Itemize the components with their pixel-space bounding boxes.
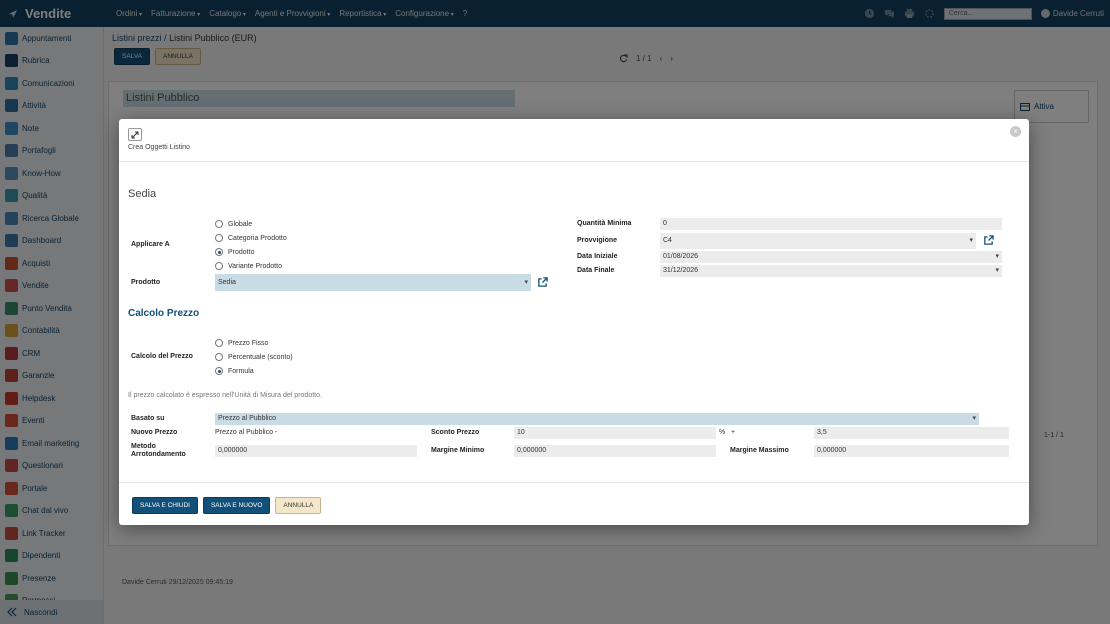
arrotondamento-label: Arrotondamento [131,451,186,458]
radio-option[interactable]: Categoria Prodotto [215,234,287,242]
radio-unchecked-icon[interactable] [215,234,223,242]
quantita-label: Quantità Minima [577,220,632,227]
dialog-footer: SALVA E CHIUDI SALVA E NUOVO ANNULLA [119,482,1029,525]
nuovo-prezzo-label: Nuovo Prezzo [131,429,178,436]
margine-max-label: Margine Massimo [730,447,789,454]
radio-option[interactable]: Formula [215,367,254,375]
margine-min-input[interactable]: 0,000000 [514,445,716,457]
save-and-new-button[interactable]: SALVA E NUOVO [202,497,271,514]
dialog-title: Crea Oggetti Listino [128,144,190,151]
applica-label: Applicare A [131,241,170,248]
sconto-label: Sconto Prezzo [431,429,480,436]
radio-checked-icon[interactable] [215,367,223,375]
margine-min-label: Margine Minimo [431,447,485,454]
basato-label: Basato su [131,415,165,422]
percent-sign: % [719,429,726,436]
metodo-input[interactable]: 0,000000 [215,445,417,457]
radio-label: Formula [228,367,254,375]
section-title: Calcolo Prezzo [128,308,200,319]
external-link-icon[interactable] [537,277,548,288]
provvigione-select[interactable]: C4 [660,233,976,249]
radio-label: Percentuale (sconto) [228,353,293,361]
close-icon[interactable]: × [1010,126,1021,137]
radio-label: Globale [228,220,253,228]
dialog-header: Crea Oggetti Listino × [119,119,1029,162]
surcharge-input[interactable]: 3,5 [814,427,1009,439]
metodo-label: Metodo [131,443,156,450]
uom-hint: Il prezzo calcolato è espresso nell'Unit… [128,392,322,399]
radio-unchecked-icon[interactable] [215,262,223,270]
record-name: Sedia [128,188,157,200]
radio-option[interactable]: Variante Prodotto [215,262,282,270]
radio-label: Prezzo Fisso [228,339,269,347]
radio-label: Variante Prodotto [228,262,282,270]
nuovo-prezzo-value: Prezzo al Pubblico - [215,429,278,436]
radio-option[interactable]: Prodotto [215,248,254,256]
calcolo-label: Calcolo del Prezzo [131,353,193,360]
radio-label: Prodotto [228,248,255,256]
margine-max-input[interactable]: 0,000000 [814,445,1009,457]
radio-option[interactable]: Prezzo Fisso [215,339,268,347]
basato-select[interactable]: Prezzo al Pubblico [215,413,979,425]
quantita-input[interactable]: 0 [660,218,1002,230]
prodotto-select[interactable]: Sedia [215,274,531,291]
plus-sign: + [731,429,736,436]
sconto-input[interactable]: 10 [514,427,716,439]
save-and-close-button[interactable]: SALVA E CHIUDI [132,497,198,514]
radio-unchecked-icon[interactable] [215,339,223,347]
radio-unchecked-icon[interactable] [215,220,223,228]
data-iniziale-label: Data Iniziale [577,253,618,260]
expand-button[interactable] [128,128,142,141]
radio-label: Categoria Prodotto [228,234,287,242]
provvigione-label: Provvigione [577,237,618,244]
create-pricelist-item-dialog: Crea Oggetti Listino × Sedia Applicare A… [119,119,1029,525]
external-link-icon[interactable] [983,235,994,246]
data-iniziale-input[interactable]: 01/08/2026 [660,251,1002,263]
expand-icon [131,131,139,138]
prodotto-label: Prodotto [131,279,161,286]
data-finale-input[interactable]: 31/12/2026 [660,265,1002,277]
radio-checked-icon[interactable] [215,248,223,256]
radio-option[interactable]: Percentuale (sconto) [215,353,293,361]
radio-option[interactable]: Globale [215,220,252,228]
data-finale-label: Data Finale [577,267,615,274]
cancel-button[interactable]: ANNULLA [275,497,322,514]
radio-unchecked-icon[interactable] [215,353,223,361]
